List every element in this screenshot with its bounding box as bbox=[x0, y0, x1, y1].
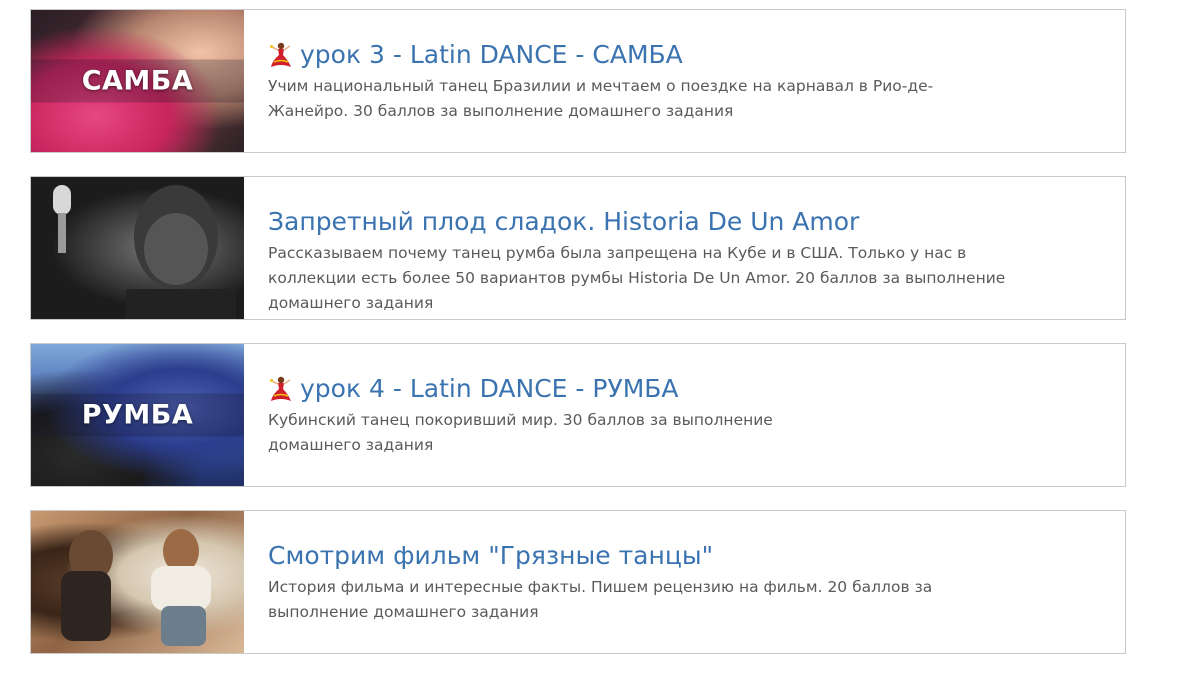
dancers-illustration bbox=[61, 529, 211, 646]
thumbnail-label: САМБА bbox=[31, 59, 244, 103]
lesson-card-samba[interactable]: САМБА урок 3 - Latin DANCE - САМБА Учим … bbox=[30, 9, 1126, 153]
lesson-description: Рассказываем почему танец румба была зап… bbox=[268, 244, 1006, 312]
singer-thumbnail[interactable] bbox=[31, 177, 244, 319]
card-content: Запретный плод сладок. Historia De Un Am… bbox=[244, 177, 1125, 319]
microphone-illustration bbox=[53, 185, 236, 319]
lesson-description: История фильма и интересные факты. Пишем… bbox=[268, 578, 933, 621]
lesson-title-text: урок 3 - Latin DANCE - САМБА bbox=[300, 40, 683, 69]
dancer-icon bbox=[268, 41, 294, 69]
lesson-card-historia[interactable]: Запретный плод сладок. Historia De Un Am… bbox=[30, 176, 1126, 320]
lesson-title-link[interactable]: Смотрим фильм "Грязные танцы" bbox=[268, 539, 1101, 573]
lesson-title-link[interactable]: урок 3 - Latin DANCE - САМБА bbox=[268, 38, 1101, 72]
lesson-title-text: Смотрим фильм "Грязные танцы" bbox=[268, 541, 714, 570]
lesson-title-text: Запретный плод сладок. Historia De Un Am… bbox=[268, 207, 860, 236]
card-content: урок 4 - Latin DANCE - РУМБА Кубинский т… bbox=[244, 344, 1125, 486]
card-content: урок 3 - Latin DANCE - САМБА Учим национ… bbox=[244, 10, 1125, 152]
card-content: Смотрим фильм "Грязные танцы" История фи… bbox=[244, 511, 1125, 653]
lesson-title-text: урок 4 - Latin DANCE - РУМБА bbox=[300, 374, 679, 403]
lesson-list: САМБА урок 3 - Latin DANCE - САМБА Учим … bbox=[30, 9, 1126, 677]
rumba-thumbnail[interactable]: РУМБА bbox=[31, 344, 244, 486]
samba-thumbnail[interactable]: САМБА bbox=[31, 10, 244, 152]
lesson-title-link[interactable]: Запретный плод сладок. Historia De Un Am… bbox=[268, 205, 1101, 239]
lesson-card-dirty-dancing[interactable]: Смотрим фильм "Грязные танцы" История фи… bbox=[30, 510, 1126, 654]
lesson-description: Учим национальный танец Бразилии и мечта… bbox=[268, 77, 934, 120]
lesson-description: Кубинский танец покоривший мир. 30 балло… bbox=[268, 411, 773, 454]
movie-thumbnail[interactable] bbox=[31, 511, 244, 653]
lesson-card-rumba[interactable]: РУМБА урок 4 - Latin DANCE - РУМБА Кубин… bbox=[30, 343, 1126, 487]
dancer-icon bbox=[268, 375, 294, 403]
lesson-title-link[interactable]: урок 4 - Latin DANCE - РУМБА bbox=[268, 372, 1101, 406]
thumbnail-label: РУМБА bbox=[31, 393, 244, 437]
